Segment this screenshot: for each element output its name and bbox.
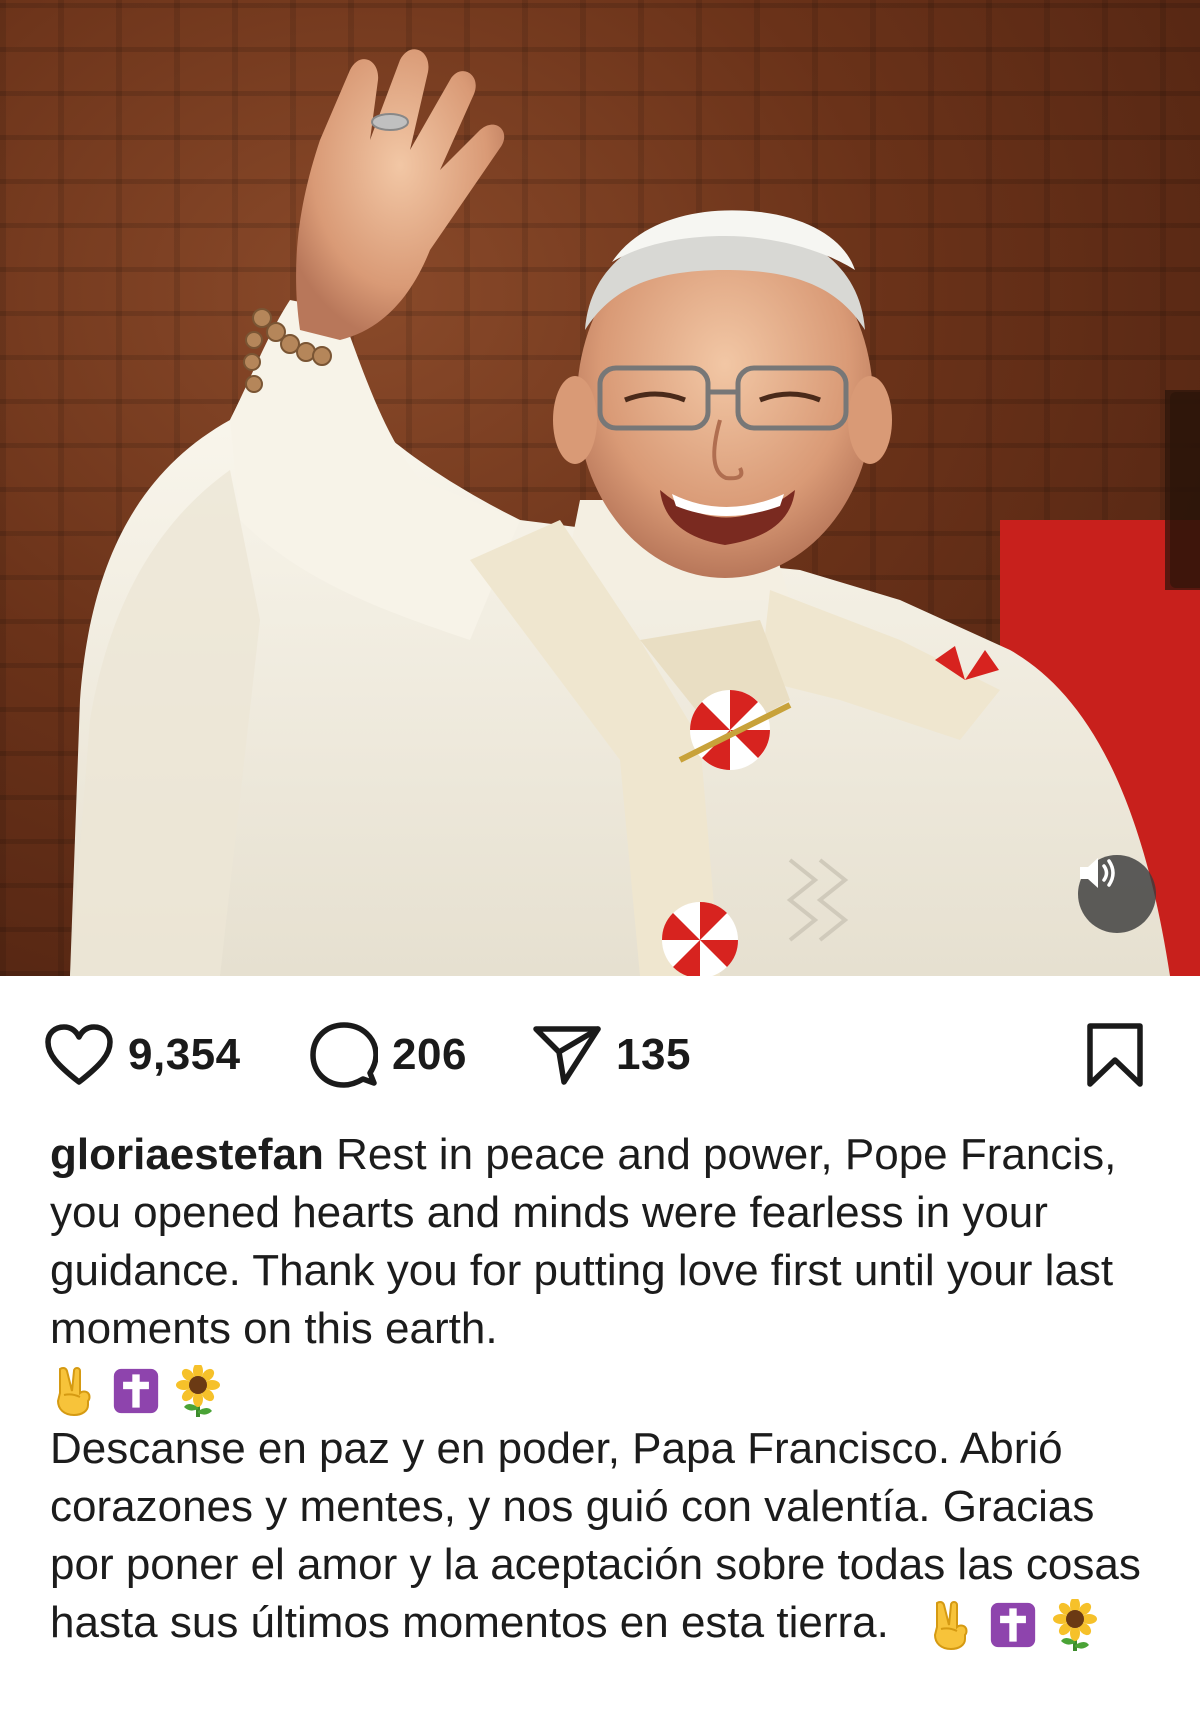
victory-hand-emoji [934,1601,968,1651]
like-count: 9,354 [128,1030,241,1079]
comment-button[interactable]: 206 [310,1010,467,1100]
media-edge-overlay [1170,392,1200,588]
share-button[interactable]: 135 [532,1010,691,1100]
victory-hand-emoji [56,1367,91,1417]
sunflower-emoji [176,1365,220,1418]
caption-spanish: Descanse en paz y en poder, Papa Francis… [50,1420,1160,1652]
pope-photo [70,49,1200,976]
post-action-bar: 9,354 206 135 [0,1010,1200,1100]
comment-bubble-icon [310,1022,378,1088]
paper-plane-icon [533,1026,601,1085]
sunflower-emoji [1053,1599,1098,1652]
post-media[interactable] [0,0,1200,976]
bookmark-icon [1087,1023,1143,1087]
comment-count: 206 [392,1030,467,1079]
audio-toggle-button[interactable] [1078,855,1156,933]
latin-cross-emoji [113,1369,159,1414]
like-button[interactable]: 9,354 [44,1010,241,1100]
latin-cross-emoji [991,1603,1036,1648]
post-caption: gloriaestefan Rest in peace and power, P… [50,1126,1160,1652]
caption-english: gloriaestefan Rest in peace and power, P… [50,1126,1160,1358]
caption-emoji-row [50,1360,1160,1418]
save-button[interactable] [1084,1010,1146,1100]
share-count: 135 [616,1030,691,1079]
heart-icon [45,1024,113,1085]
speaker-icon [1080,858,1115,888]
caption-username[interactable]: gloriaestefan [50,1130,324,1179]
